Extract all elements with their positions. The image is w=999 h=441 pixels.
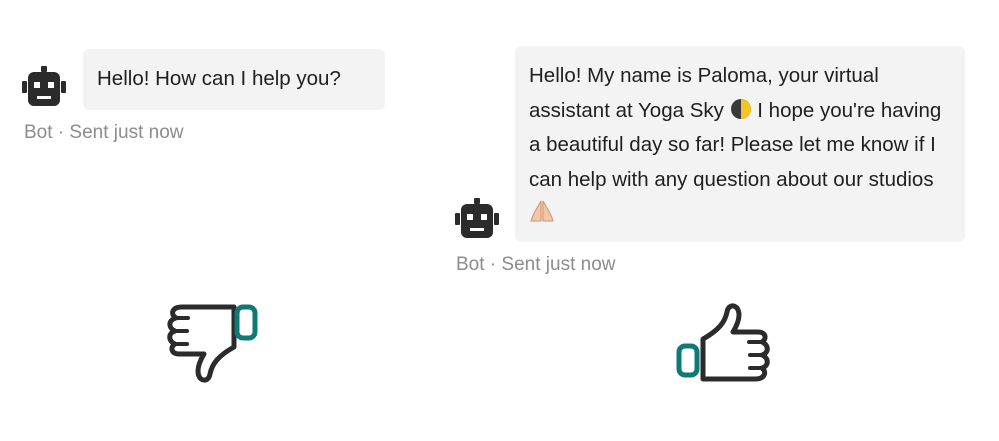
meta-separator: ·	[52, 122, 70, 143]
bot-avatar-icon	[455, 198, 499, 238]
message-meta: Bot · Sent just now	[456, 254, 616, 276]
sender-label: Bot	[24, 122, 53, 143]
chat-bubble: Hello! How can I help you?	[83, 49, 385, 110]
message-text: Hello! How can I help you?	[97, 67, 341, 90]
sender-label: Bot	[456, 254, 485, 275]
sent-status: Sent just now	[501, 254, 616, 275]
bot-avatar-icon	[22, 66, 66, 106]
message-meta: Bot · Sent just now	[24, 122, 184, 144]
chat-bubble: Hello! My name is Paloma, your virtual a…	[515, 46, 965, 242]
first-quarter-moon-icon	[730, 98, 751, 119]
sent-status: Sent just now	[69, 122, 184, 143]
folded-hands-icon	[530, 200, 554, 222]
thumbs-down-icon	[167, 304, 258, 383]
meta-separator: ·	[484, 254, 502, 275]
thumbs-up-icon	[676, 303, 770, 382]
